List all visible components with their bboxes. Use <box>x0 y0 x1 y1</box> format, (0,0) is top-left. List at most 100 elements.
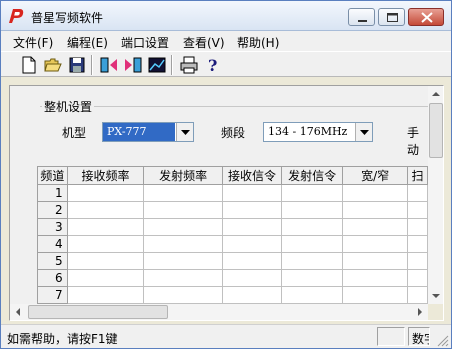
menu-program[interactable]: 编程(E) <box>67 34 108 51</box>
column-header[interactable]: 发射信令 <box>281 166 344 185</box>
table-cell[interactable] <box>66 218 145 236</box>
chevron-down-icon <box>360 130 369 135</box>
open-folder-icon[interactable] <box>43 55 63 75</box>
print-icon[interactable] <box>179 55 199 75</box>
scroll-left-icon[interactable] <box>10 304 26 320</box>
scroll-down-icon[interactable] <box>428 288 444 304</box>
table-cell[interactable] <box>342 235 409 253</box>
scroll-up-icon[interactable] <box>428 86 444 102</box>
row-number[interactable]: 7 <box>37 286 68 304</box>
table-cell[interactable] <box>222 269 283 287</box>
vertical-scrollbar[interactable] <box>428 86 444 304</box>
table-cell[interactable] <box>281 269 344 287</box>
table-cell[interactable] <box>407 201 428 219</box>
table-cell[interactable] <box>66 252 145 270</box>
table-cell[interactable] <box>222 235 283 253</box>
svg-text:?: ? <box>208 56 217 75</box>
table-cell[interactable] <box>407 218 428 236</box>
table-cell[interactable] <box>281 184 344 202</box>
row-number[interactable]: 5 <box>37 252 68 270</box>
column-header[interactable]: 频道 <box>37 166 68 185</box>
table-cell[interactable] <box>342 252 409 270</box>
dropdown-button[interactable] <box>355 123 372 141</box>
table-cell[interactable] <box>281 235 344 253</box>
table-cell[interactable] <box>342 218 409 236</box>
table-cell[interactable] <box>407 269 428 287</box>
close-icon <box>421 12 433 23</box>
row-number[interactable]: 3 <box>37 218 68 236</box>
table-cell[interactable] <box>66 269 145 287</box>
table-cell[interactable] <box>143 201 224 219</box>
table-cell[interactable] <box>222 286 283 304</box>
column-header[interactable]: 发射频率 <box>143 166 224 185</box>
table-cell[interactable] <box>66 286 145 304</box>
table-cell[interactable] <box>407 252 428 270</box>
table-cell[interactable] <box>143 269 224 287</box>
read-radio-icon[interactable] <box>99 55 119 75</box>
help-icon[interactable]: ? <box>203 55 223 75</box>
horizontal-scroll-thumb[interactable] <box>28 305 168 319</box>
vertical-scroll-thumb[interactable] <box>429 103 443 158</box>
row-number[interactable]: 1 <box>37 184 68 202</box>
menu-view[interactable]: 查看(V) <box>183 34 225 51</box>
write-radio-icon[interactable] <box>123 55 143 75</box>
table-cell[interactable] <box>407 235 428 253</box>
column-header[interactable]: 扫 <box>407 166 428 185</box>
table-cell[interactable] <box>66 201 145 219</box>
row-number[interactable]: 2 <box>37 201 68 219</box>
scroll-right-icon[interactable] <box>412 304 428 320</box>
menu-port-settings[interactable]: 端口设置 <box>121 34 169 51</box>
table-header-row: 频道 接收频率 发射频率 接收信令 发射信令 宽/窄 扫 <box>37 166 428 185</box>
table-cell[interactable] <box>342 184 409 202</box>
window-title: 普星写频软件 <box>31 11 104 25</box>
column-header[interactable]: 接收频率 <box>66 166 145 185</box>
table-cell[interactable] <box>66 235 145 253</box>
column-header[interactable]: 宽/窄 <box>342 166 409 185</box>
status-panel-text: 数字 <box>412 332 429 346</box>
row-number[interactable]: 4 <box>37 235 68 253</box>
menu-file[interactable]: 文件(F) <box>13 34 53 51</box>
save-icon[interactable] <box>67 55 87 75</box>
table-cell[interactable] <box>222 218 283 236</box>
title-bar: 普星写频软件 <box>1 1 451 31</box>
menu-help[interactable]: 帮助(H) <box>237 34 279 51</box>
table-cell[interactable] <box>143 235 224 253</box>
minimize-button[interactable] <box>348 8 375 26</box>
close-button[interactable] <box>408 8 444 26</box>
table-cell[interactable] <box>222 252 283 270</box>
table-row: 4 <box>37 235 428 253</box>
table-cell[interactable] <box>407 286 428 304</box>
toolbar-separator <box>91 55 93 75</box>
table-cell[interactable] <box>281 286 344 304</box>
table-cell[interactable] <box>407 184 428 202</box>
table-cell[interactable] <box>281 201 344 219</box>
model-select[interactable]: PX-777 <box>102 122 194 142</box>
column-header[interactable]: 接收信令 <box>222 166 283 185</box>
table-cell[interactable] <box>342 201 409 219</box>
table-cell[interactable] <box>143 184 224 202</box>
table-cell[interactable] <box>143 252 224 270</box>
table-row: 3 <box>37 218 428 236</box>
new-file-icon[interactable] <box>19 55 39 75</box>
band-select[interactable]: 134 - 176MHz <box>263 122 373 142</box>
table-cell[interactable] <box>222 184 283 202</box>
table-cell[interactable] <box>342 269 409 287</box>
table-cell[interactable] <box>281 252 344 270</box>
scrollbar-corner <box>428 304 443 320</box>
chart-icon[interactable] <box>147 55 167 75</box>
band-label: 频段 <box>221 126 246 140</box>
dropdown-button[interactable] <box>176 123 193 141</box>
table-cell[interactable] <box>281 218 344 236</box>
status-help-text: 如需帮助，请按F1键 <box>7 332 118 346</box>
table-cell[interactable] <box>342 286 409 304</box>
horizontal-scrollbar[interactable] <box>10 304 428 320</box>
table-cell[interactable] <box>222 201 283 219</box>
table-cell[interactable] <box>143 218 224 236</box>
status-panel <box>377 327 405 346</box>
row-number[interactable]: 6 <box>37 269 68 287</box>
resize-grip-icon[interactable] <box>435 333 449 347</box>
table-cell[interactable] <box>66 184 145 202</box>
maximize-button[interactable] <box>378 8 405 26</box>
table-cell[interactable] <box>143 286 224 304</box>
app-window: 普星写频软件 文件(F) 编程(E) 端口设置 查看(V) 帮助(H) ? 整机… <box>0 0 452 349</box>
